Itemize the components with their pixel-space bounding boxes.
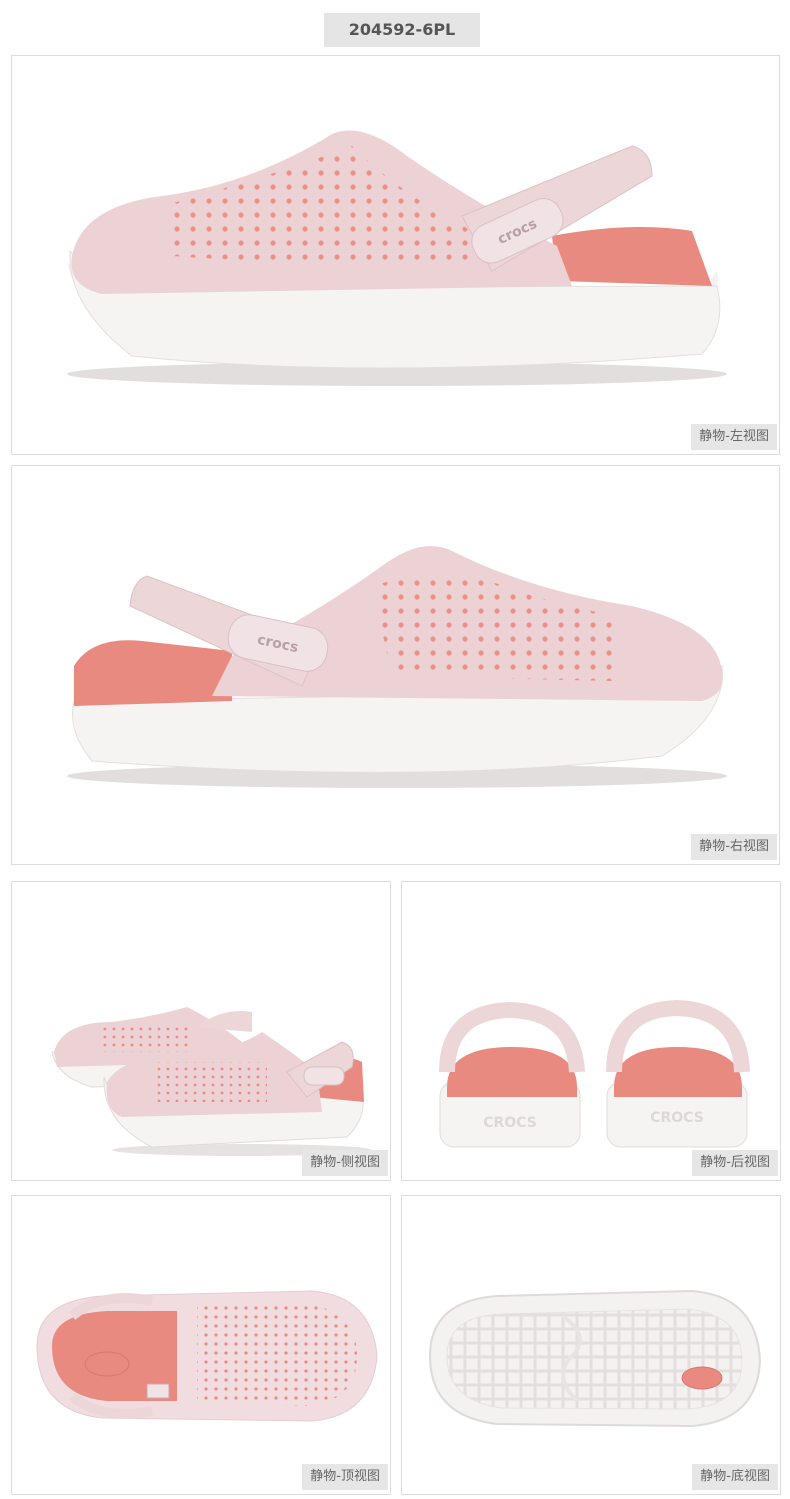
product-image-left-view[interactable]: crocs 静物-左视图 [11,55,780,455]
clog-pair-illustration: CROCS CROCS [439,999,750,1148]
product-image-side-view[interactable]: 静物-侧视图 [11,881,391,1181]
heel-logo-text: CROCS [483,1115,537,1131]
view-label-side: 静物-侧视图 [302,1150,388,1176]
product-image-right-view[interactable]: crocs 静物-右视图 [11,465,780,865]
clog-illustration [36,1290,378,1422]
product-image-top-view[interactable]: 静物-顶视图 [11,1195,391,1495]
clog-illustration: crocs [67,130,727,386]
clog-illustration: crocs [67,546,727,788]
view-label-top: 静物-顶视图 [302,1464,388,1490]
product-sku: 204592-6PL [324,13,480,47]
sole-illustration [428,1289,762,1428]
view-label-left: 静物-左视图 [691,424,777,450]
product-image-bottom-view[interactable]: 静物-底视图 [401,1195,781,1495]
view-label-bottom: 静物-底视图 [692,1464,778,1490]
view-label-back: 静物-后视图 [692,1150,778,1176]
heel-logo-text: CROCS [650,1110,704,1126]
clog-pair-illustration [51,1007,372,1156]
view-label-right: 静物-右视图 [691,834,777,860]
product-image-back-view[interactable]: CROCS CROCS 静物-后视图 [401,881,781,1181]
